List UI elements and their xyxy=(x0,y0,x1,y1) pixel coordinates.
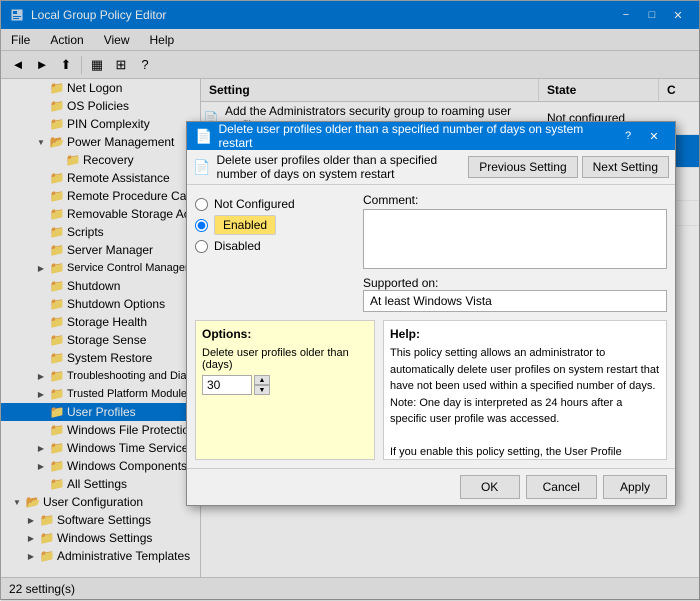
days-input[interactable] xyxy=(202,375,252,395)
options-title: Options: xyxy=(202,327,368,341)
dialog-close-button[interactable]: ✕ xyxy=(641,126,667,146)
dialog-controls: ? ✕ xyxy=(615,126,667,146)
radio-not-configured-label: Not Configured xyxy=(214,197,295,211)
radio-group: Not Configured Enabled Disabled xyxy=(195,193,355,257)
dialog-footer: OK Cancel Apply xyxy=(187,468,675,505)
apply-button[interactable]: Apply xyxy=(603,475,667,499)
radio-not-configured-input[interactable] xyxy=(195,198,208,211)
dialog-top-area: Not Configured Enabled Disabled xyxy=(195,193,667,312)
supported-area: Supported on: At least Windows Vista xyxy=(363,276,667,312)
prev-setting-button[interactable]: Previous Setting xyxy=(468,156,577,178)
policy-dialog: 📄 Delete user profiles older than a spec… xyxy=(186,121,676,506)
ok-button[interactable]: OK xyxy=(460,475,520,499)
dialog-help-button[interactable]: ? xyxy=(615,126,641,146)
comment-area: Comment: xyxy=(363,193,667,272)
options-help-section: Options: Delete user profiles older than… xyxy=(187,320,675,468)
option-label: Delete user profiles older than (days) xyxy=(202,347,368,371)
cancel-button[interactable]: Cancel xyxy=(526,475,597,499)
help-panel: Help: This policy setting allows an admi… xyxy=(383,320,667,460)
radio-section: Not Configured Enabled Disabled xyxy=(195,193,355,312)
dialog-toolbar-text: Delete user profiles older than a specif… xyxy=(216,153,468,181)
options-panel: Options: Delete user profiles older than… xyxy=(195,320,375,460)
spin-up-button[interactable]: ▲ xyxy=(254,375,270,385)
dialog-overlay: 📄 Delete user profiles older than a spec… xyxy=(1,1,700,601)
enabled-badge: Enabled xyxy=(214,215,276,235)
supported-label: Supported on: xyxy=(363,276,438,290)
dialog-toolbar: 📄 Delete user profiles older than a spec… xyxy=(187,150,675,185)
supported-value: At least Windows Vista xyxy=(363,290,667,312)
radio-enabled[interactable]: Enabled xyxy=(195,215,355,235)
spin-down-button[interactable]: ▼ xyxy=(254,385,270,395)
comment-supported-section: Comment: Supported on: At least Windows … xyxy=(363,193,667,312)
dialog-title-bar: 📄 Delete user profiles older than a spec… xyxy=(187,122,675,150)
help-text: This policy setting allows an administra… xyxy=(390,345,660,460)
help-title: Help: xyxy=(390,327,660,341)
next-setting-button[interactable]: Next Setting xyxy=(582,156,669,178)
comment-textarea[interactable] xyxy=(363,209,667,269)
radio-enabled-input[interactable] xyxy=(195,219,208,232)
dialog-title: Delete user profiles older than a specif… xyxy=(218,122,615,150)
dialog-body: Not Configured Enabled Disabled xyxy=(187,185,675,320)
comment-label: Comment: xyxy=(363,193,667,207)
radio-disabled-input[interactable] xyxy=(195,240,208,253)
radio-not-configured[interactable]: Not Configured xyxy=(195,197,355,211)
dialog-nav-buttons: Previous Setting Next Setting xyxy=(468,156,669,178)
radio-disabled-label: Disabled xyxy=(214,239,261,253)
radio-disabled[interactable]: Disabled xyxy=(195,239,355,253)
option-input-row: ▲ ▼ xyxy=(202,375,368,395)
spin-buttons: ▲ ▼ xyxy=(254,375,270,395)
